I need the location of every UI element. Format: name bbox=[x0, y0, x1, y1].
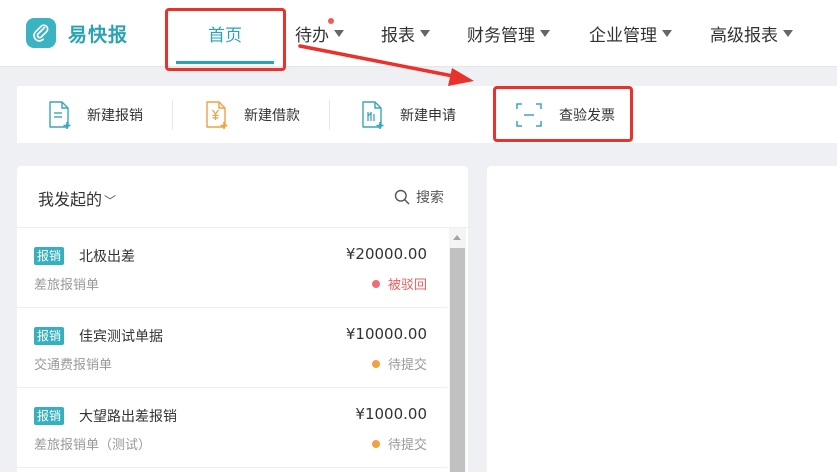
nav-reports[interactable]: 报表 bbox=[381, 0, 430, 66]
divider bbox=[329, 100, 330, 130]
status-dot bbox=[371, 279, 380, 288]
top-nav: 易快报 首页 待办 报表 财务管理 企业管理 高级报表 bbox=[0, 0, 837, 67]
list-item[interactable]: 报销 佳宾测试单据 交通费报销单 ¥10000.00 待提交 bbox=[17, 308, 447, 388]
chevron-down-icon bbox=[334, 29, 344, 37]
panel-header: 我发起的 ﹀ 搜索 bbox=[17, 166, 468, 228]
status-badge: 待提交 bbox=[371, 354, 427, 373]
notification-badge bbox=[328, 18, 334, 24]
chevron-down-icon: ﹀ bbox=[104, 194, 117, 208]
scan-invoice-icon bbox=[516, 102, 542, 127]
chevron-down-icon bbox=[783, 29, 793, 37]
list-scrollbar[interactable] bbox=[449, 228, 466, 472]
new-loan-button[interactable]: 新建借款 bbox=[204, 86, 300, 143]
new-loan-icon bbox=[206, 100, 228, 129]
search-icon bbox=[394, 189, 410, 205]
status-text: 待提交 bbox=[387, 358, 427, 373]
new-expense-button[interactable]: 新建报销 bbox=[47, 86, 143, 143]
document-type: 差旅报销单（测试） bbox=[34, 438, 152, 453]
nav-finance[interactable]: 财务管理 bbox=[467, 0, 550, 66]
status-badge: 待提交 bbox=[371, 434, 427, 453]
nav-enterprise[interactable]: 企业管理 bbox=[589, 0, 672, 66]
new-loan-label: 新建借款 bbox=[244, 107, 300, 124]
new-expense-label: 新建报销 bbox=[87, 107, 143, 124]
list-item[interactable]: 报销 大望路出差报销 差旅报销单（测试） ¥1000.00 待提交 bbox=[17, 388, 447, 468]
active-tab-underline bbox=[176, 61, 274, 64]
divider bbox=[172, 100, 173, 130]
search-label: 搜索 bbox=[416, 190, 444, 206]
list-item[interactable]: 报销 北极出差 差旅报销单 ¥20000.00 被驳回 bbox=[17, 228, 447, 308]
document-list: 报销 北极出差 差旅报销单 ¥20000.00 被驳回 报销 佳宾测试单据 交通… bbox=[17, 228, 447, 468]
chevron-down-icon bbox=[420, 29, 430, 37]
document-type: 交通费报销单 bbox=[34, 358, 113, 373]
my-initiated-panel: 我发起的 ﹀ 搜索 报销 北极出差 差旅报销单 ¥20000.00 被驳回 报销 … bbox=[17, 166, 468, 472]
logo-icon bbox=[26, 18, 56, 48]
new-request-button[interactable]: 新建申请 bbox=[360, 86, 456, 143]
document-title: 北极出差 bbox=[79, 249, 135, 265]
nav-advanced-reports[interactable]: 高级报表 bbox=[710, 0, 793, 66]
right-content-panel bbox=[487, 166, 837, 472]
nav-finance-label: 财务管理 bbox=[467, 25, 535, 46]
chevron-down-icon bbox=[540, 29, 550, 37]
scan-invoice-label: 查验发票 bbox=[559, 107, 615, 124]
status-dot bbox=[371, 359, 380, 368]
panel-title: 我发起的 bbox=[38, 190, 103, 209]
document-amount: ¥1000.00 bbox=[355, 405, 427, 423]
scan-invoice-button[interactable]: 查验发票 bbox=[515, 86, 615, 143]
quick-actions-bar: 新建报销 新建借款 新建申请 查验发票 bbox=[17, 86, 837, 143]
document-title: 大望路出差报销 bbox=[79, 409, 177, 425]
nav-home-label: 首页 bbox=[208, 25, 242, 46]
search-button[interactable]: 搜索 bbox=[394, 187, 444, 207]
document-amount: ¥10000.00 bbox=[345, 325, 427, 343]
new-request-label: 新建申请 bbox=[400, 107, 456, 124]
type-tag: 报销 bbox=[34, 327, 65, 345]
type-tag: 报销 bbox=[34, 407, 65, 425]
nav-enterprise-label: 企业管理 bbox=[589, 25, 657, 46]
new-request-icon bbox=[362, 100, 384, 129]
filter-dropdown[interactable]: 我发起的 ﹀ bbox=[38, 186, 116, 210]
scrollbar-thumb[interactable] bbox=[450, 248, 465, 472]
new-expense-icon bbox=[49, 100, 71, 129]
nav-todo-label: 待办 bbox=[295, 25, 329, 46]
type-tag: 报销 bbox=[34, 247, 65, 265]
brand[interactable]: 易快报 bbox=[26, 18, 128, 48]
document-title: 佳宾测试单据 bbox=[79, 329, 163, 345]
nav-todo[interactable]: 待办 bbox=[295, 0, 344, 66]
status-text: 待提交 bbox=[387, 438, 427, 453]
nav-advanced-reports-label: 高级报表 bbox=[710, 25, 778, 46]
nav-reports-label: 报表 bbox=[381, 25, 415, 46]
chevron-down-icon bbox=[662, 29, 672, 37]
status-text: 被驳回 bbox=[387, 278, 427, 293]
document-type: 差旅报销单 bbox=[34, 278, 100, 293]
app-name: 易快报 bbox=[68, 23, 129, 46]
document-amount: ¥20000.00 bbox=[345, 245, 427, 263]
status-dot bbox=[371, 439, 380, 448]
status-badge: 被驳回 bbox=[371, 274, 427, 293]
nav-home[interactable]: 首页 bbox=[176, 0, 274, 66]
scroll-up-arrow-icon[interactable] bbox=[453, 235, 461, 240]
